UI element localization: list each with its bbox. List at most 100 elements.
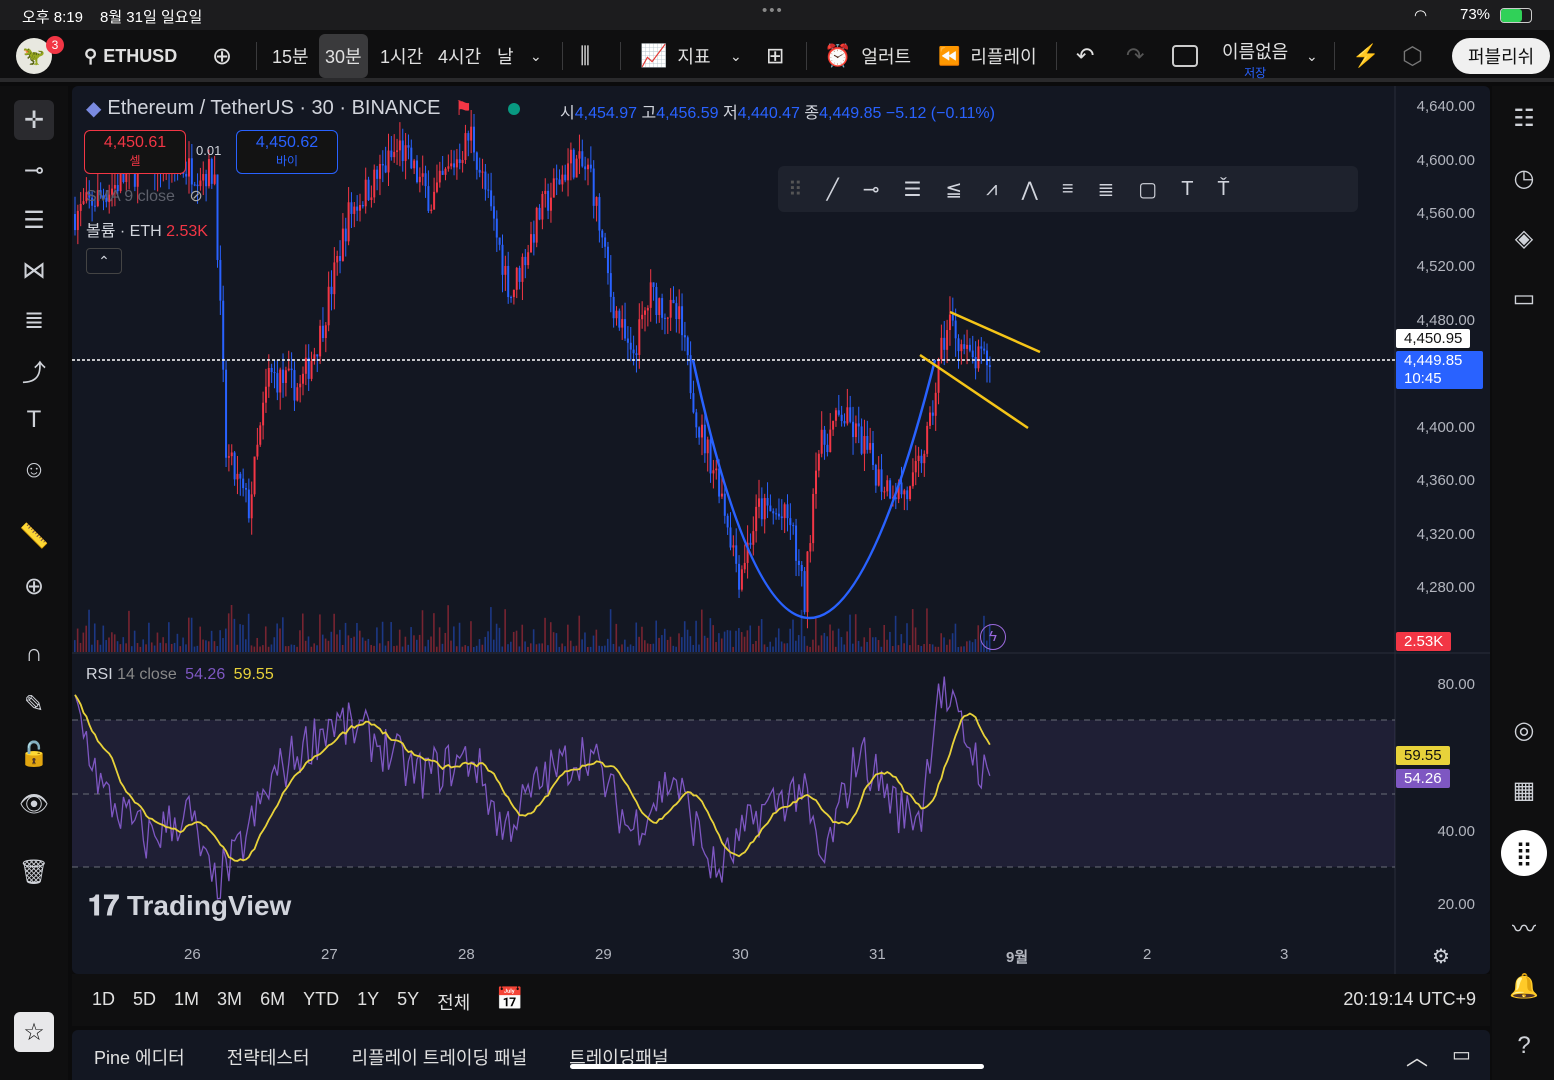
range-button[interactable]: 5D: [133, 989, 156, 1015]
buy-button[interactable]: 4,450.62 바이: [236, 130, 338, 174]
indicators-dropdown-icon[interactable]: ⌄: [730, 30, 742, 82]
events-lightning-icon[interactable]: ϟ: [980, 624, 1006, 650]
chart-legend[interactable]: ◆ Ethereum / TetherUS · 30 · BINANCE ⚑: [86, 96, 521, 121]
horizontal-line-icon[interactable]: ⊸: [14, 150, 54, 190]
stream-icon[interactable]: 〰: [1504, 906, 1544, 946]
range-button[interactable]: 1Y: [357, 989, 379, 1015]
candle: [606, 246, 609, 274]
undo-icon[interactable]: ↶: [1076, 30, 1094, 82]
ruler-icon[interactable]: 📏: [14, 516, 54, 556]
favorites-star-icon[interactable]: ☆: [14, 1012, 54, 1052]
candle: [803, 571, 806, 613]
anchored-text-icon[interactable]: Ť: [1217, 178, 1229, 201]
candle: [869, 443, 872, 450]
alert-button[interactable]: ⏰ 얼러트: [824, 30, 911, 82]
fib-retracement-icon[interactable]: ≣: [14, 300, 54, 340]
notifications-bell-icon[interactable]: 🔔: [1504, 966, 1544, 1006]
interval-15m[interactable]: 15분: [272, 30, 309, 82]
parallel-channel-icon[interactable]: ☰: [14, 200, 54, 240]
calendar-icon[interactable]: ▦: [1504, 770, 1544, 810]
watchlist-icon[interactable]: ☷: [1504, 98, 1544, 138]
text-icon[interactable]: T: [14, 400, 54, 440]
layouts-icon[interactable]: ⊞: [766, 30, 784, 82]
add-symbol-icon[interactable]: ⊕: [212, 30, 232, 82]
fib-fan-icon[interactable]: ≦: [945, 177, 962, 202]
sma-legend[interactable]: SMA 9 close ⊘: [86, 186, 203, 206]
candles-icon[interactable]: ⫼: [580, 30, 590, 82]
rectangle-icon[interactable]: ▢: [1138, 177, 1157, 202]
candle: [438, 170, 441, 183]
interval-1h[interactable]: 1시간: [380, 30, 423, 82]
layout-dropdown-icon[interactable]: ⌄: [1306, 30, 1318, 82]
clock-alerts-icon[interactable]: ◷: [1504, 158, 1544, 198]
hide-icon[interactable]: 👁: [14, 784, 54, 824]
interval-4h[interactable]: 4시간: [438, 30, 481, 82]
collapse-legend-button[interactable]: ⌃: [86, 248, 122, 274]
range-button[interactable]: 5Y: [397, 989, 419, 1015]
range-button[interactable]: 3M: [217, 989, 242, 1015]
sell-button[interactable]: 4,450.61 셀: [84, 130, 186, 174]
brush-icon[interactable]: ⤴: [14, 350, 54, 390]
trend-line-icon[interactable]: ╱: [827, 177, 839, 202]
unlock-icon[interactable]: 🔓: [14, 734, 54, 774]
panel-tab[interactable]: Pine 에디터: [94, 1044, 185, 1070]
indicators-button[interactable]: 📈 지표: [640, 30, 711, 82]
range-button[interactable]: 전체: [437, 989, 470, 1015]
interval-dropdown-icon[interactable]: ⌄: [530, 30, 542, 82]
candle: [344, 228, 347, 242]
symbol-search[interactable]: ⚲ ETHUSD: [84, 30, 177, 82]
panel-tab[interactable]: 전략테스터: [227, 1044, 310, 1070]
settings-icon[interactable]: ⬡: [1402, 30, 1423, 82]
target-icon[interactable]: ◎: [1504, 710, 1544, 750]
help-icon[interactable]: ?: [1504, 1026, 1544, 1066]
parallel-lines-icon[interactable]: ☰: [903, 177, 921, 202]
trash-icon[interactable]: 🗑: [14, 852, 54, 892]
more-dots-icon[interactable]: •••: [762, 2, 784, 19]
apps-grid-icon[interactable]: ⣿: [1501, 830, 1547, 876]
replay-label: 리플레이: [970, 47, 1037, 67]
range-button[interactable]: 1D: [92, 989, 115, 1015]
date-range-icon[interactable]: 📅: [496, 986, 523, 1012]
drag-handle-icon[interactable]: ⠿: [788, 177, 803, 202]
redo-icon[interactable]: ↷: [1126, 30, 1144, 82]
chart-canvas[interactable]: [72, 86, 1490, 974]
maximize-panel-icon[interactable]: ▭: [1452, 1042, 1471, 1067]
elliott-wave-icon[interactable]: ⩘: [986, 178, 997, 201]
flag-icon[interactable]: ⚑: [454, 96, 472, 121]
lock-drawing-icon[interactable]: ✎: [14, 684, 54, 724]
publish-button[interactable]: 퍼블리쉬: [1452, 38, 1551, 74]
zoom-in-icon[interactable]: ⊕: [14, 566, 54, 606]
candle: [341, 228, 344, 261]
range-button[interactable]: 1M: [174, 989, 199, 1015]
close-value: 4,449.85: [819, 105, 882, 122]
chart-pane[interactable]: ◆ Ethereum / TetherUS · 30 · BINANCE ⚑ 시…: [72, 86, 1490, 974]
chart-settings-icon[interactable]: ⚙: [1432, 944, 1450, 969]
volume-bar: [108, 637, 110, 652]
avatar[interactable]: 🦖: [16, 30, 52, 82]
pitchfork-icon[interactable]: ⋈: [14, 250, 54, 290]
interval-day[interactable]: 날: [497, 30, 514, 82]
timezone-clock[interactable]: 20:19:14 UTC+9: [1343, 989, 1476, 1010]
hidden-eye-icon[interactable]: ⊘: [189, 188, 202, 205]
abc-pattern-icon[interactable]: ⋀: [1021, 177, 1037, 202]
quick-search-icon[interactable]: ⚡: [1352, 30, 1379, 82]
text-tool-icon[interactable]: T: [1181, 178, 1193, 201]
rsi-legend[interactable]: RSI 14 close 54.26 59.55: [86, 666, 274, 684]
horizontal-ray-icon[interactable]: ⊸: [863, 177, 880, 202]
emoji-icon[interactable]: ☺: [14, 450, 54, 490]
fib-ext-icon[interactable]: ≣: [1098, 177, 1115, 202]
volume-bar: [376, 627, 378, 652]
layers-icon[interactable]: ◈: [1504, 218, 1544, 258]
chat-icon[interactable]: ▭: [1504, 278, 1544, 318]
crosshair-icon[interactable]: ✛: [14, 100, 54, 140]
layout-name-button[interactable]: 이름없음 저장: [1222, 38, 1288, 81]
fib-levels-icon[interactable]: ≡: [1062, 178, 1074, 201]
interval-30m[interactable]: 30분: [319, 34, 368, 78]
magnet-icon[interactable]: ∩: [14, 634, 54, 674]
range-button[interactable]: YTD: [303, 989, 339, 1015]
panel-tab[interactable]: 리플레이 트레이딩 패널: [352, 1044, 528, 1070]
replay-button[interactable]: ⏪ 리플레이: [938, 30, 1037, 82]
range-button[interactable]: 6M: [260, 989, 285, 1015]
expand-panel-icon[interactable]: ︿: [1406, 1040, 1428, 1072]
fullscreen-icon[interactable]: [1172, 30, 1198, 82]
